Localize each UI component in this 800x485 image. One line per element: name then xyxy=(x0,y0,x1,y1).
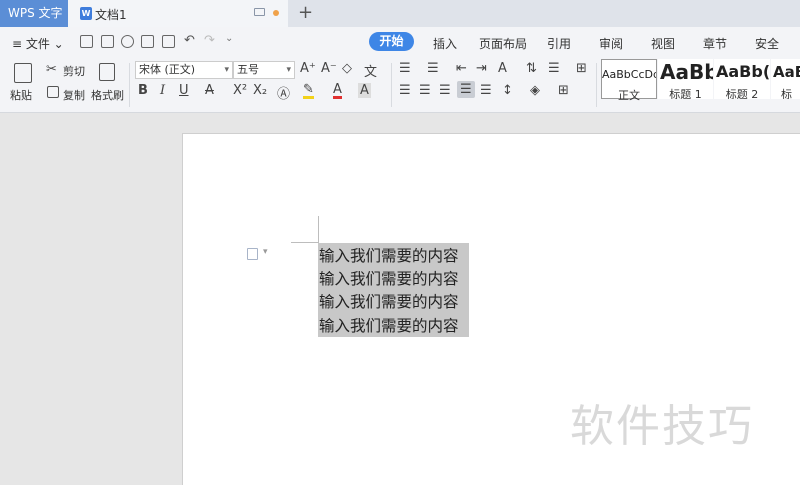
ribbon-toolbar: 粘贴 ✂ 剪切 复制 格式刷 宋体 (正文) 五号 A⁺ A⁻ ◇ 文 B I … xyxy=(0,57,800,113)
bold-button[interactable]: B xyxy=(138,83,148,98)
font-color-button[interactable]: A xyxy=(333,83,342,99)
text-line[interactable]: 输入我们需要的内容 xyxy=(319,267,459,289)
divider xyxy=(596,63,597,107)
style-heading-1[interactable]: AaBb 标题 1 xyxy=(658,59,713,99)
align-center-icon[interactable]: ☰ xyxy=(419,83,431,98)
shrink-font-icon[interactable]: A⁻ xyxy=(321,61,337,76)
divider xyxy=(129,63,130,107)
title-bar: WPS 文字 W 文档1 + xyxy=(0,0,800,27)
chevron-down-icon[interactable]: ▾ xyxy=(263,247,268,257)
tab-home[interactable]: 开始 xyxy=(369,32,414,51)
document-page[interactable]: ▾ 输入我们需要的内容 输入我们需要的内容 输入我们需要的内容 输入我们需要的内… xyxy=(182,133,800,485)
print-icon[interactable] xyxy=(141,35,154,48)
customize-qa-icon[interactable]: ⌄ xyxy=(225,33,233,44)
style-preview: AaBb( xyxy=(716,62,770,81)
app-tab[interactable]: WPS 文字 xyxy=(0,0,68,27)
scissors-icon[interactable]: ✂ xyxy=(46,62,57,77)
document-tab[interactable]: W 文档1 xyxy=(68,0,288,27)
character-shading-icon[interactable]: A xyxy=(358,83,371,98)
copy-button[interactable]: 复制 xyxy=(63,87,85,103)
text-line[interactable]: 输入我们需要的内容 xyxy=(319,244,459,266)
show-marks-icon[interactable]: ⊞ xyxy=(576,61,587,76)
bullet-list-icon[interactable]: ☰ xyxy=(399,61,411,76)
style-preview: AaB xyxy=(773,63,800,81)
paragraph-layout-icon[interactable] xyxy=(247,248,258,260)
document-tab-label: 文档1 xyxy=(95,8,127,22)
style-normal[interactable]: AaBbCcDd 正文 xyxy=(601,59,657,102)
subscript-button[interactable]: X₂ xyxy=(253,83,267,98)
increase-indent-icon[interactable]: ⇥ xyxy=(476,61,487,76)
highlight-icon[interactable]: ✎ xyxy=(303,83,314,99)
decrease-indent-icon[interactable]: ⇤ xyxy=(456,61,467,76)
style-name: 标题 1 xyxy=(669,88,702,99)
underline-button[interactable]: U xyxy=(179,83,189,98)
style-name: 正文 xyxy=(618,89,640,102)
format-painter-icon[interactable] xyxy=(99,63,115,81)
tab-view[interactable]: 视图 xyxy=(651,35,675,52)
copy-icon[interactable] xyxy=(47,86,59,98)
paste-button[interactable]: 粘贴 xyxy=(10,87,32,103)
style-heading-2[interactable]: AaBb( 标题 2 xyxy=(714,59,770,99)
word-doc-icon: W xyxy=(80,7,92,20)
text-effect-icon[interactable]: Ⓐ xyxy=(277,83,290,102)
numbered-list-icon[interactable]: ☰ xyxy=(427,61,439,76)
tab-chapter[interactable]: 章节 xyxy=(703,35,727,52)
strikethrough-button[interactable]: A xyxy=(205,83,214,98)
menu-bar: ≡ 文件 ⌄ ↶ ↷ ⌄ 开始 插入 页面布局 引用 审阅 视图 章节 安全 xyxy=(0,27,800,57)
format-painter-button[interactable]: 格式刷 xyxy=(91,87,124,103)
align-right-icon[interactable]: ☰ xyxy=(439,83,451,98)
sort-icon[interactable]: ⇅ xyxy=(526,61,537,76)
font-name-select[interactable]: 宋体 (正文) xyxy=(135,61,233,79)
tab-review[interactable]: 审阅 xyxy=(599,35,623,52)
justify-icon[interactable]: ☰ xyxy=(457,81,475,98)
tab-page-layout[interactable]: 页面布局 xyxy=(479,35,527,52)
text-line[interactable]: 输入我们需要的内容 xyxy=(319,314,459,336)
italic-button[interactable]: I xyxy=(160,83,165,98)
new-tab-button[interactable]: + xyxy=(298,2,313,23)
print-preview-icon[interactable] xyxy=(162,35,175,48)
divider xyxy=(391,63,392,107)
style-name: 标题 2 xyxy=(725,88,759,99)
clear-format-icon[interactable]: ◇ xyxy=(342,61,352,76)
paragraph-spacing-icon[interactable]: ↕ xyxy=(502,83,513,98)
paste-icon[interactable] xyxy=(14,63,32,83)
save-icon[interactable] xyxy=(101,35,114,48)
phonetic-guide-icon[interactable]: 文 xyxy=(364,61,377,80)
open-icon[interactable] xyxy=(80,35,93,48)
margin-marker xyxy=(291,242,319,243)
font-size-select[interactable]: 五号 xyxy=(233,61,295,79)
document-workspace: ▾ 输入我们需要的内容 输入我们需要的内容 输入我们需要的内容 输入我们需要的内… xyxy=(0,113,800,485)
watermark-text: 软件技巧 xyxy=(570,401,754,452)
grow-font-icon[interactable]: A⁺ xyxy=(300,61,316,76)
borders-icon[interactable]: ⊞ xyxy=(558,83,569,98)
text-line[interactable]: 输入我们需要的内容 xyxy=(319,290,459,312)
unsaved-dot-icon xyxy=(273,10,279,16)
style-name: 标题 xyxy=(781,88,792,99)
distribute-icon[interactable]: ☰ xyxy=(480,83,492,98)
style-preview: AaBb xyxy=(660,60,713,84)
style-heading[interactable]: AaB 标题 xyxy=(771,59,800,99)
file-menu-button[interactable]: ≡ 文件 ⌄ xyxy=(12,35,64,52)
line-spacing-icon[interactable]: ☰ xyxy=(548,61,560,76)
style-preview: AaBbCcDd xyxy=(602,68,656,81)
cut-button[interactable]: 剪切 xyxy=(63,63,85,79)
superscript-button[interactable]: X² xyxy=(233,83,247,98)
margin-marker xyxy=(318,216,319,242)
find-icon[interactable] xyxy=(121,35,134,48)
tab-security[interactable]: 安全 xyxy=(755,35,779,52)
shading-icon[interactable]: ◈ xyxy=(530,83,540,98)
tab-references[interactable]: 引用 xyxy=(547,35,571,52)
undo-icon[interactable]: ↶ xyxy=(184,33,195,48)
tab-insert[interactable]: 插入 xyxy=(433,35,457,52)
redo-icon[interactable]: ↷ xyxy=(204,33,215,48)
align-left-icon[interactable]: ☰ xyxy=(399,83,411,98)
monitor-icon[interactable] xyxy=(254,8,265,16)
change-case-icon[interactable]: A xyxy=(498,61,507,76)
